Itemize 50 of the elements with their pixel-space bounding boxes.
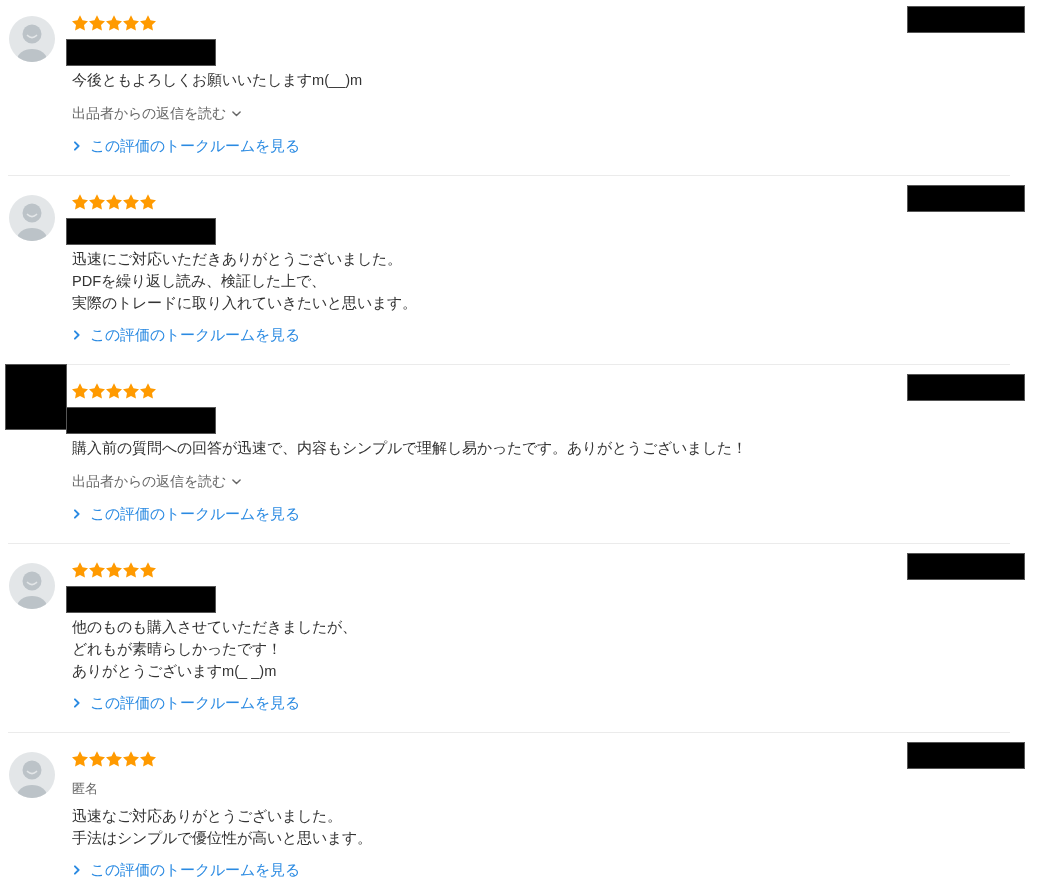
chevron-right-icon (74, 330, 80, 340)
talkroom-link[interactable]: この評価のトークルームを見る (72, 503, 300, 525)
star-icon (89, 562, 105, 578)
comment-line: 迅速なご対応ありがとうございました。 (72, 807, 342, 826)
comment-line: 他のものも購入させていただきましたが、 (72, 618, 357, 637)
chevron-down-icon (232, 479, 241, 485)
star-icon (123, 383, 139, 399)
comment-line: 手法はシンプルで優位性が高いと思います。 (72, 829, 372, 848)
star-icon (123, 15, 139, 31)
chevron-right-icon (74, 141, 80, 151)
star-icon (72, 751, 88, 767)
star-icon (89, 383, 105, 399)
star-icon (140, 15, 156, 31)
comment-line: 実際のトレードに取り入れていきたいと思います。 (72, 294, 417, 313)
star-icon (89, 15, 105, 31)
star-icon (140, 751, 156, 767)
star-icon (106, 194, 122, 210)
star-icon (72, 562, 88, 578)
chevron-right-icon (74, 509, 80, 519)
star-icon (106, 751, 122, 767)
star-icon (72, 383, 88, 399)
reviewer-name: 匿名 (72, 780, 98, 798)
talkroom-link[interactable]: この評価のトークルームを見る (72, 324, 300, 346)
star-icon (123, 562, 139, 578)
star-icon (106, 15, 122, 31)
star-icon (72, 15, 88, 31)
talkroom-link[interactable]: この評価のトークルームを見る (72, 859, 300, 881)
comment-line: 迅速にご対応いただきありがとうございました。 (72, 250, 402, 269)
star-icon (123, 751, 139, 767)
talkroom-link[interactable]: この評価のトークルームを見る (72, 135, 300, 157)
chevron-right-icon (74, 698, 80, 708)
comment-line: ありがとうございますm(_ _)m (72, 662, 277, 681)
star-icon (106, 383, 122, 399)
star-icon (140, 383, 156, 399)
comment-line: 今後ともよろしくお願いいたしますm(__)m (72, 71, 363, 90)
star-icon (123, 194, 139, 210)
chevron-right-icon (74, 865, 80, 875)
talkroom-link[interactable]: この評価のトークルームを見る (72, 692, 300, 714)
comment-line: PDFを繰り返し読み、検証した上で、 (72, 272, 327, 291)
star-icon (106, 562, 122, 578)
star-icon (72, 194, 88, 210)
comment-line: どれもが素晴らしかったです！ (72, 640, 282, 659)
chevron-down-icon (232, 111, 241, 117)
star-icon (89, 751, 105, 767)
comment-line: 購入前の質問への回答が迅速で、内容もシンプルで理解し易かったです。ありがとうございました！ (72, 439, 747, 458)
star-icon (89, 194, 105, 210)
seller-reply-toggle[interactable]: 出品者からの返信を読む (72, 471, 241, 493)
star-icon (140, 562, 156, 578)
star-icon (140, 194, 156, 210)
seller-reply-toggle[interactable]: 出品者からの返信を読む (72, 103, 241, 125)
